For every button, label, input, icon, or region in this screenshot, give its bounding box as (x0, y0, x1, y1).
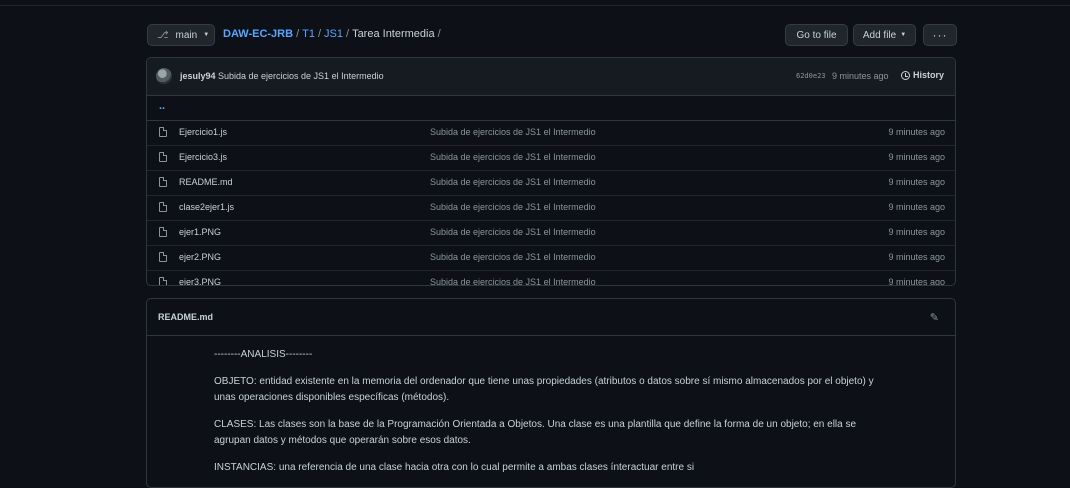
latest-commit-bar: jesuly94 Subida de ejercicios de JS1 el … (147, 58, 955, 96)
file-commit-message-link[interactable]: Subida de ejercicios de JS1 el Intermedi… (430, 152, 596, 162)
readme-header: README.md ✎ (147, 299, 955, 336)
file-commit-message-link[interactable]: Subida de ejercicios de JS1 el Intermedi… (430, 227, 596, 237)
file-commit-message-link[interactable]: Subida de ejercicios de JS1 el Intermedi… (430, 202, 596, 212)
file-commit-time: 9 minutes ago (888, 277, 945, 286)
table-row: Ejercicio3.js Subida de ejercicios de JS… (147, 146, 955, 171)
history-link[interactable]: History (901, 70, 944, 80)
file-commit-message-link[interactable]: Subida de ejercicios de JS1 el Intermedi… (430, 252, 596, 262)
file-icon (159, 177, 167, 187)
branch-name: main (175, 29, 198, 41)
breadcrumb-separator: / (317, 28, 322, 40)
file-commit-time: 9 minutes ago (888, 177, 945, 187)
readme-panel: README.md ✎ --------ANALISIS-------- OBJ… (146, 298, 956, 488)
file-commit-time: 9 minutes ago (888, 127, 945, 137)
breadcrumb-link-js1[interactable]: JS1 (324, 28, 343, 40)
file-navigation: ⎇ main ▼ DAW-EC-JRB / T1/JS1/Tarea Interme… (147, 24, 957, 46)
file-icon (159, 277, 167, 285)
readme-title-link[interactable]: README.md (158, 312, 213, 322)
readme-paragraph: CLASES: Las clases son la base de la Pro… (214, 419, 857, 446)
avatar[interactable] (156, 68, 172, 84)
table-row: ejer3.PNG Subida de ejercicios de JS1 el… (147, 271, 955, 286)
commit-sha-link[interactable]: 62d0e23 (796, 72, 826, 80)
file-name-link[interactable]: clase2ejer1.js (179, 202, 234, 212)
breadcrumb-separator: / (346, 28, 350, 40)
breadcrumb-current: Tarea Intermedia (352, 28, 435, 40)
table-row: Ejercicio1.js Subida de ejercicios de JS… (147, 121, 955, 146)
breadcrumb-separator: / (437, 28, 441, 40)
table-row: clase2ejer1.js Subida de ejercicios de J… (147, 196, 955, 221)
table-row: README.md Subida de ejercicios de JS1 el… (147, 171, 955, 196)
file-icon (159, 202, 167, 212)
file-commit-time: 9 minutes ago (888, 227, 945, 237)
file-name-link[interactable]: ejer2.PNG (179, 252, 221, 262)
chevron-down-icon: ▼ (900, 32, 907, 38)
file-list: jesuly94 Subida de ejercicios de JS1 el … (146, 57, 956, 286)
file-name-link[interactable]: Ejercicio1.js (179, 127, 227, 137)
breadcrumb-link-t1[interactable]: T1 (302, 28, 315, 40)
file-commit-time: 9 minutes ago (888, 252, 945, 262)
readme-paragraph: --------ANALISIS-------- (214, 349, 313, 360)
file-commit-message-link[interactable]: Subida de ejercicios de JS1 el Intermedi… (430, 277, 596, 285)
file-commit-time: 9 minutes ago (888, 152, 945, 162)
commit-time: 9 minutes ago (832, 71, 889, 81)
file-icon (159, 227, 167, 237)
go-to-file-button[interactable]: Go to file (785, 24, 848, 46)
add-file-button[interactable]: Add file ▼ (853, 24, 916, 46)
git-branch-icon: ⎇ (157, 29, 169, 41)
clock-icon (901, 70, 910, 80)
file-icon (159, 152, 167, 162)
top-divider (0, 0, 1070, 6)
table-row: ejer1.PNG Subida de ejercicios de JS1 el… (147, 221, 955, 246)
parent-directory-row[interactable]: .. (147, 96, 955, 121)
readme-content: --------ANALISIS-------- OBJETO: entidad… (214, 347, 882, 487)
breadcrumb: DAW-EC-JRB / T1/JS1/Tarea Intermedia / (223, 28, 444, 40)
more-options-button[interactable]: ··· (923, 24, 957, 46)
file-commit-message-link[interactable]: Subida de ejercicios de JS1 el Intermedi… (430, 127, 596, 137)
file-name-link[interactable]: ejer1.PNG (179, 227, 221, 237)
file-icon (159, 252, 167, 262)
breadcrumb-repo-link[interactable]: DAW-EC-JRB (223, 28, 293, 40)
readme-paragraph: OBJETO: entidad existente en la memoria … (214, 376, 874, 403)
file-commit-time: 9 minutes ago (888, 202, 945, 212)
commit-message-link[interactable]: Subida de ejercicios de JS1 el Intermedi… (218, 71, 384, 81)
file-name-link[interactable]: Ejercicio3.js (179, 152, 227, 162)
file-name-link[interactable]: README.md (179, 177, 233, 187)
chevron-down-icon: ▼ (203, 32, 210, 38)
commit-author-link[interactable]: jesuly94 (180, 71, 216, 81)
branch-select-button[interactable]: ⎇ main ▼ (147, 24, 215, 46)
add-file-label: Add file (862, 29, 897, 41)
parent-directory-link[interactable]: .. (159, 100, 165, 112)
pencil-icon[interactable]: ✎ (930, 311, 939, 324)
file-name-link[interactable]: ejer3.PNG (179, 277, 221, 285)
history-label: History (913, 70, 945, 80)
file-commit-message-link[interactable]: Subida de ejercicios de JS1 el Intermedi… (430, 177, 596, 187)
readme-paragraph: INSTANCIAS: una referencia de una clase … (214, 462, 695, 473)
table-row: ejer2.PNG Subida de ejercicios de JS1 el… (147, 246, 955, 271)
breadcrumb-separator: / (296, 28, 300, 40)
file-icon (159, 127, 167, 137)
